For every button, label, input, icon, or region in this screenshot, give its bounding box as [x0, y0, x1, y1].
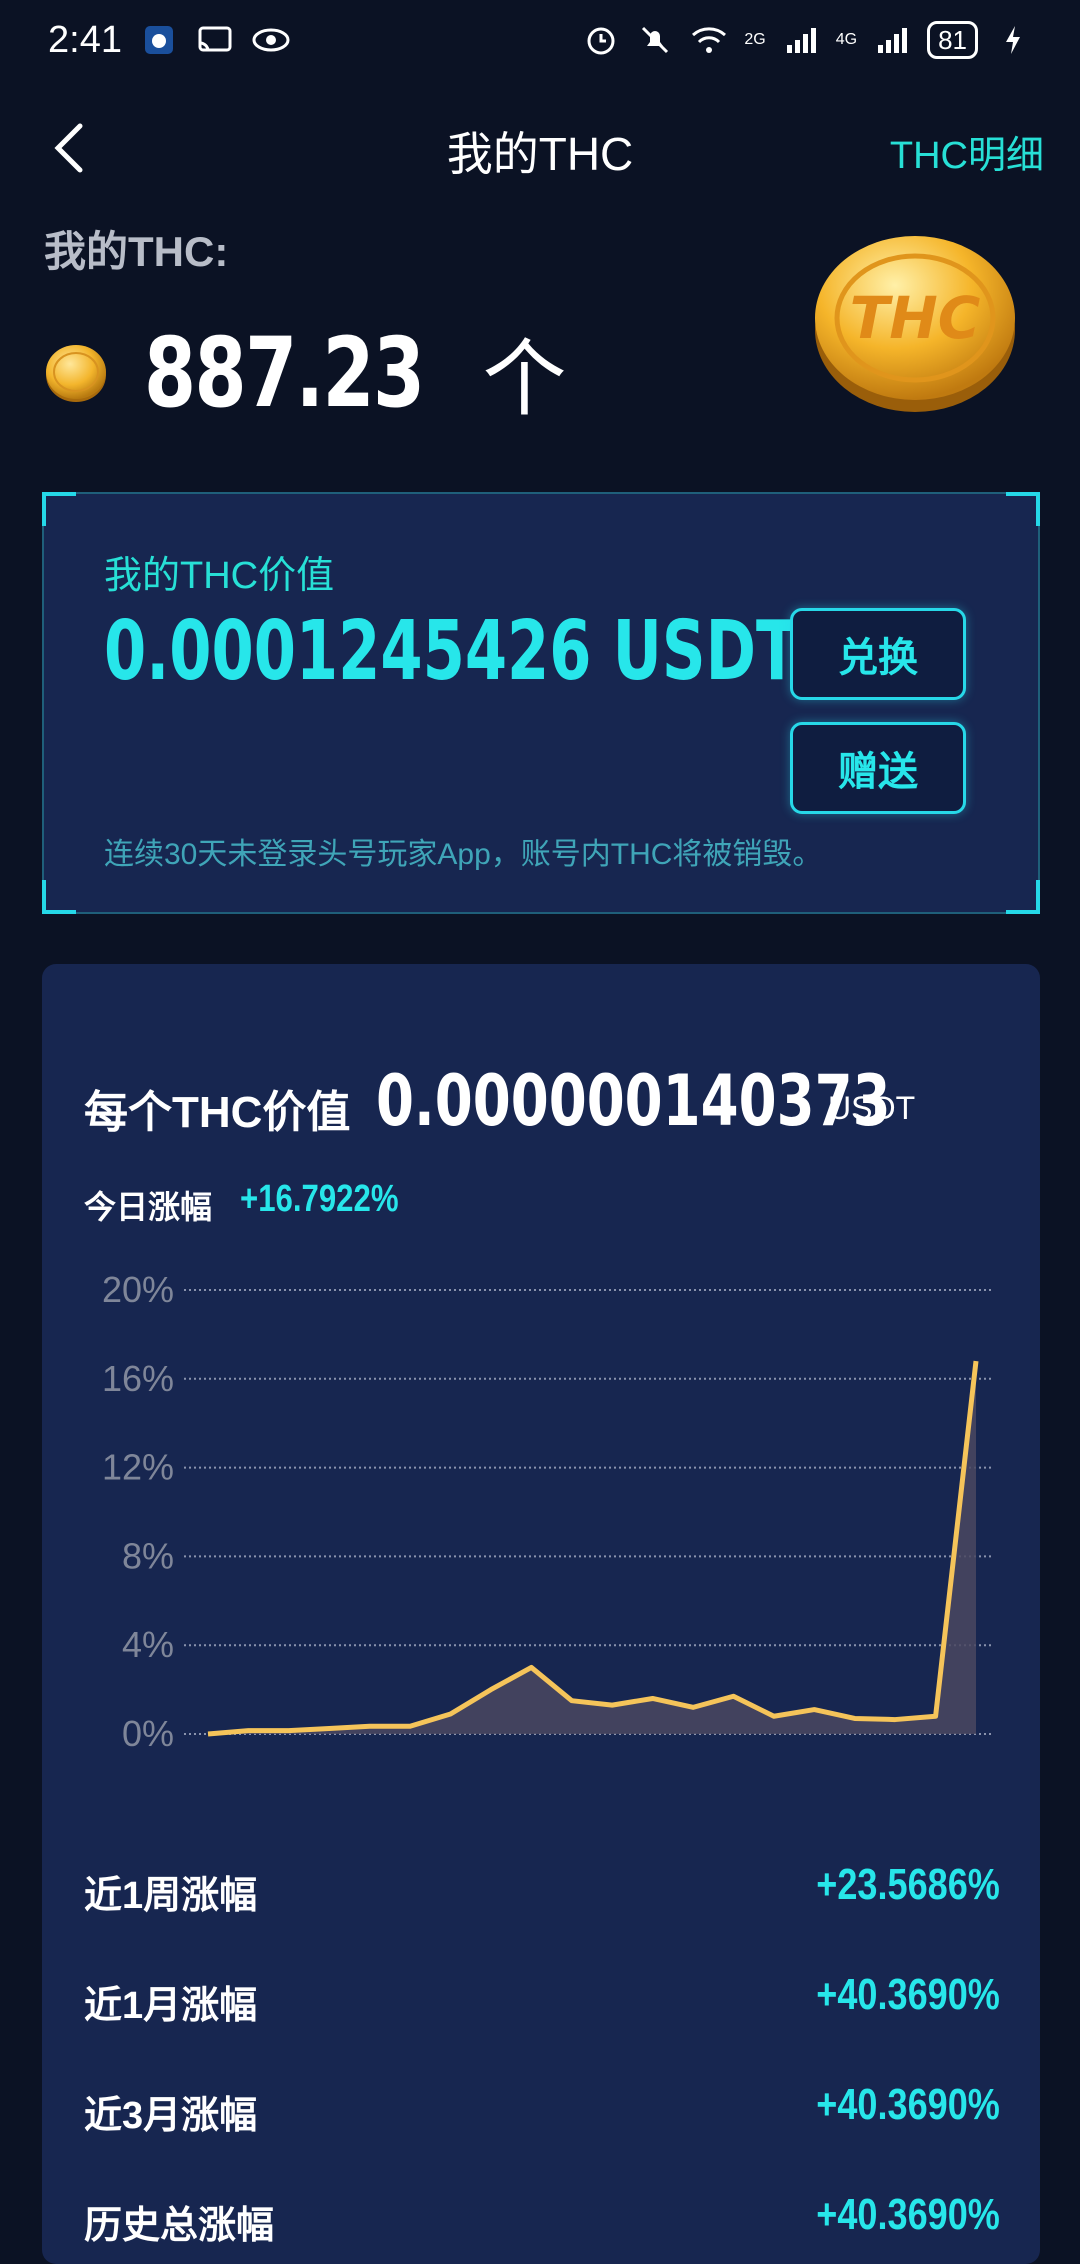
- stat-row-3m: 近3月涨幅 +40.3690%: [84, 2080, 1000, 2144]
- thc-value-card: 我的THC价值 0.0001245426 USDT 兑换 赠送 连续30天未登录…: [42, 492, 1040, 914]
- network-4g-label: 4G: [835, 31, 858, 48]
- balance-unit: 个: [482, 332, 567, 426]
- battery-indicator: 81: [927, 21, 978, 59]
- exchange-button[interactable]: 兑换: [790, 608, 966, 700]
- stat-label: 历史总涨幅: [84, 2205, 275, 2247]
- unit-price-label: 每个THC价值: [84, 1088, 351, 1137]
- y-tick-label: 0%: [122, 1713, 174, 1754]
- thc-value-label: 我的THC价值: [104, 555, 335, 597]
- stat-label: 近1月涨幅: [84, 1985, 258, 2027]
- stat-value: +40.3690%: [816, 1970, 1000, 2019]
- card-corner: [1006, 492, 1040, 526]
- balance-row: 887.23 个: [44, 312, 566, 433]
- card-corner: [42, 880, 76, 914]
- signal-icon-1: [782, 21, 820, 59]
- y-tick-label: 4%: [122, 1624, 174, 1665]
- alarm-icon: [582, 21, 620, 59]
- thc-detail-link[interactable]: THC明细: [890, 124, 1044, 179]
- stat-row-1m: 近1月涨幅 +40.3690%: [84, 1970, 1000, 2034]
- status-bar: 2:41 2G 4G 81: [0, 0, 1080, 80]
- stat-label: 近1周涨幅: [84, 1875, 258, 1917]
- wifi-icon: [690, 21, 728, 59]
- thc-value-amount: 0.0001245426 USDT: [104, 604, 798, 699]
- chart-series-line: [207, 1360, 979, 1737]
- mute-icon: [636, 21, 674, 59]
- signal-icon-2: [873, 21, 911, 59]
- coin-icon: [46, 344, 106, 402]
- y-tick-label: 12%: [102, 1447, 174, 1488]
- header: 我的THC THC明细: [0, 110, 1080, 190]
- today-change-value: +16.7922%: [240, 1178, 399, 1220]
- y-tick-label: 16%: [102, 1358, 174, 1399]
- price-chart-card: 每个THC价值 0.000000140373 USDT 今日涨幅 +16.792…: [42, 964, 1040, 2264]
- y-tick-label: 8%: [122, 1535, 174, 1576]
- coin-text: THC: [850, 284, 981, 352]
- app-notification-icon: [140, 21, 178, 59]
- stat-value: +40.3690%: [816, 2190, 1000, 2239]
- cast-icon: [196, 21, 234, 59]
- stat-label: 近3月涨幅: [84, 2095, 258, 2137]
- price-change-chart: 20% 16% 12% 8% 4% 0%: [102, 1269, 994, 1754]
- stat-row-1w: 近1周涨幅 +23.5686%: [84, 1860, 1000, 1924]
- my-thc-label: 我的THC:: [44, 228, 229, 275]
- today-change-label: 今日涨幅: [84, 1189, 213, 1225]
- stat-row-total: 历史总涨幅 +40.3690%: [84, 2190, 1000, 2254]
- thc-coin-illustration: THC: [815, 236, 1015, 412]
- eye-icon: [252, 21, 290, 59]
- stat-value: +23.5686%: [816, 1860, 1000, 1909]
- charging-icon: [994, 21, 1032, 59]
- unit-price-currency: USDT: [828, 1090, 916, 1126]
- status-time: 2:41: [48, 18, 122, 61]
- card-corner: [42, 492, 76, 526]
- network-2g-label: 2G: [744, 31, 766, 48]
- expiry-note: 连续30天未登录头号玩家App，账号内THC将被销毁。: [104, 838, 823, 871]
- chart-area-fill: [208, 1361, 976, 1734]
- y-tick-label: 20%: [102, 1269, 174, 1310]
- gift-button[interactable]: 赠送: [790, 722, 966, 814]
- unit-price-value: 0.000000140373: [376, 1060, 891, 1142]
- card-corner: [1006, 880, 1040, 914]
- stat-value: +40.3690%: [816, 2080, 1000, 2129]
- balance-amount: 887.23: [144, 316, 425, 429]
